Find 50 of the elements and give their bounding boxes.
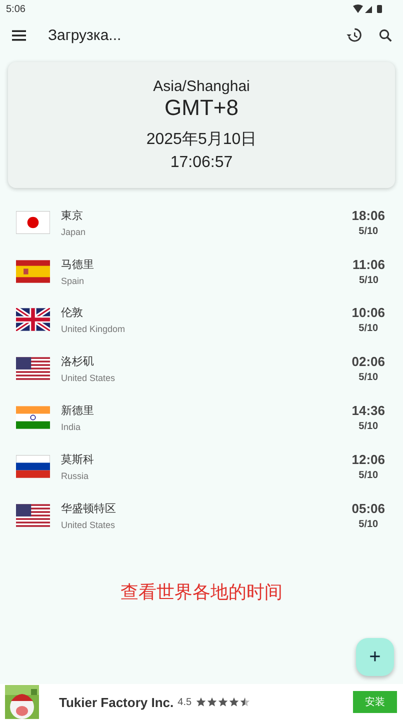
city-name: 伦敦 (61, 306, 84, 320)
city-time: 05:06 (352, 500, 385, 516)
flag-icon (16, 260, 50, 283)
country-name: Russia (61, 470, 90, 481)
city-name: 马德里 (61, 258, 95, 272)
city-name: 洛杉矶 (61, 355, 95, 370)
city-time: 12:06 (352, 452, 385, 467)
city-time: 14:36 (352, 403, 385, 418)
city-date: 5/10 (358, 274, 378, 286)
search-icon[interactable] (378, 28, 393, 42)
city-time: 18:06 (352, 208, 385, 223)
city-time: 10:06 (352, 305, 385, 320)
city-time: 11:06 (352, 256, 385, 272)
city-name: 東京 (61, 208, 84, 223)
status-icons (353, 4, 383, 14)
city-date: 5/10 (358, 518, 378, 530)
flag-icon (16, 210, 50, 234)
city-date: 5/10 (358, 421, 378, 432)
flag-icon (16, 406, 50, 430)
country-name: India (61, 422, 82, 432)
timezone-name: Asia/Shanghai (153, 78, 250, 95)
app-title: Загрузка... (48, 26, 122, 44)
gmt-offset: GMT+8 (164, 95, 238, 121)
country-name: Spain (61, 276, 86, 286)
add-button[interactable]: + (356, 638, 394, 676)
ad-banner[interactable]: Tukier Factory Inc. 4.5 安装 (0, 684, 403, 720)
ad-title: Tukier Factory Inc. (59, 694, 174, 710)
country-name: Japan (61, 226, 87, 237)
city-date: 5/10 (358, 470, 378, 481)
city-date: 5/10 (358, 323, 378, 334)
flag-icon (16, 504, 50, 527)
country-name: United States (61, 520, 116, 530)
country-name: United States (61, 373, 116, 384)
flag-icon (16, 308, 50, 332)
city-name: 新德里 (61, 404, 95, 418)
caption-text: 查看世界各地的时间 (120, 580, 282, 604)
flag-icon (16, 454, 50, 478)
city-date: 5/10 (358, 372, 378, 384)
city-name: 华盛顿特区 (61, 502, 117, 516)
city-date: 5/10 (358, 226, 378, 237)
status-time: 5:06 (6, 4, 26, 14)
city-name: 莫斯科 (61, 452, 95, 467)
history-icon[interactable] (346, 27, 362, 43)
flag-icon (16, 357, 50, 380)
menu-icon[interactable] (12, 30, 26, 40)
current-time: 17:06:57 (170, 154, 233, 172)
country-name: United Kingdom (61, 324, 126, 334)
city-time: 02:06 (352, 354, 385, 370)
rating-value: 4.5 (178, 696, 192, 708)
current-date: 2025年5月10日 (146, 130, 257, 150)
